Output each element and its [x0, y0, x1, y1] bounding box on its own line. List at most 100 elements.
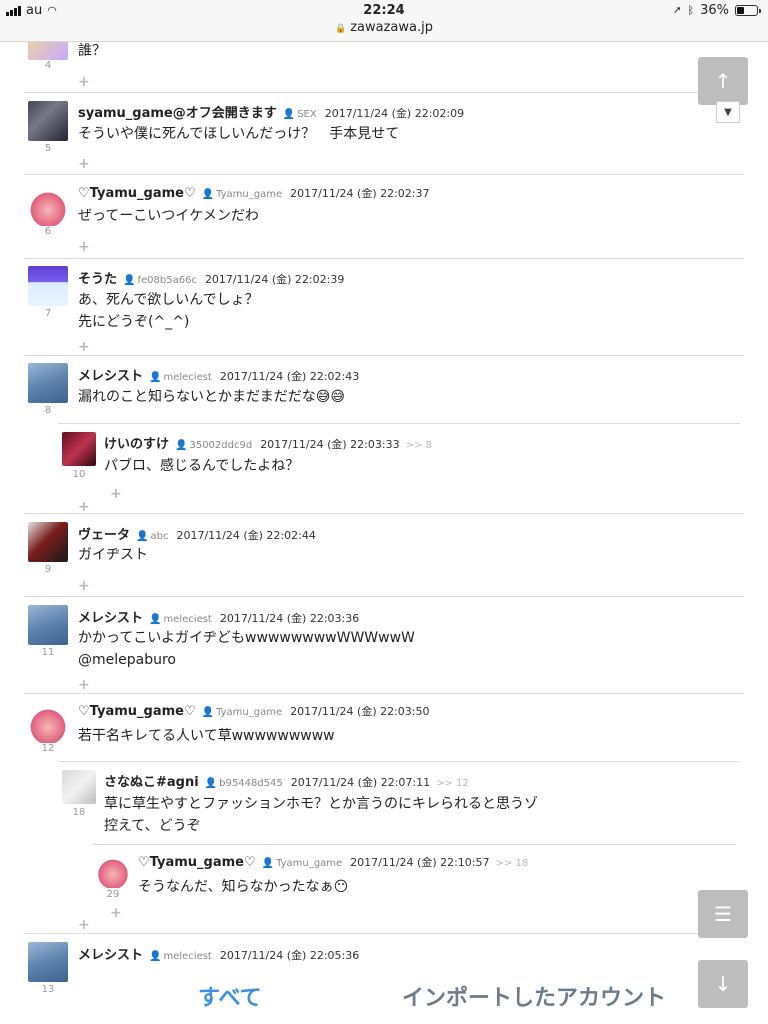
avatar[interactable]	[28, 363, 68, 403]
scroll-top-button[interactable]: ↑	[698, 57, 748, 105]
plus-icon[interactable]: +	[110, 486, 122, 502]
plus-icon[interactable]: +	[78, 74, 90, 90]
author-name[interactable]: メレシスト	[78, 948, 143, 963]
avatar[interactable]	[62, 770, 96, 804]
comment-body-line: 漏れのこと知らないとかまだまだだな😅😅	[78, 389, 345, 405]
comment-body-line: @melepaburo	[78, 652, 176, 668]
comment-body-line: 若干名キレてる人いて草wwwwwwwww	[78, 728, 335, 744]
comment-number: 13	[41, 984, 55, 995]
comment-header: メレシスト 👤 meleciest 2017/11/24 (金) 22:02:43	[78, 365, 359, 384]
user-icon: 👤	[175, 440, 188, 451]
comment-body-line: 草に草生やすとファッションホモ？とか言うのにキレられると思うゾ	[104, 796, 538, 812]
plus-icon[interactable]: +	[110, 905, 122, 921]
author-id: abc	[150, 531, 169, 542]
plus-icon[interactable]: +	[78, 339, 90, 355]
reply-link[interactable]: >> 8	[406, 440, 432, 451]
comment-feed[interactable]: 4 誰？ + 5 syamu_game@オフ会開きます 👤 SEX 2017/11/2…	[0, 42, 768, 1024]
avatar[interactable]	[28, 42, 68, 60]
comment-body: 誰？	[78, 43, 106, 59]
bluetooth-icon: ᛒ	[687, 4, 695, 17]
avatar[interactable]	[28, 605, 68, 645]
comment-body-line: そうなんだ、知らなかったなぁ😶	[138, 879, 349, 895]
comment-body-line: 控えて、どうぞ	[104, 818, 201, 834]
comment-header: ♡Tyamu_game♡ 👤 Tyamu_game 2017/11/24 (金) 22…	[78, 703, 430, 719]
comment-body-line: そういや僕に死んでほしいんだっけ？ 手本見せて	[78, 126, 400, 142]
author-id: SEX	[297, 109, 317, 120]
author-name[interactable]: ♡Tyamu_game♡	[78, 704, 196, 719]
hamburger-icon: ☰	[714, 902, 732, 926]
user-icon: 👤	[204, 778, 218, 789]
menu-button[interactable]: ☰	[698, 890, 748, 938]
comment-number: 10	[72, 469, 86, 480]
author-name[interactable]: syamu_game@オフ会開きます	[78, 106, 277, 121]
comment-date: 2017/11/24 (金) 22:02:44	[176, 529, 316, 542]
comment-header: メレシスト 👤 meleciest 2017/11/24 (金) 22:03:36	[78, 607, 359, 626]
reply-link[interactable]: >> 12	[436, 778, 469, 789]
avatar[interactable]	[28, 101, 68, 141]
author-name[interactable]: ♡Tyamu_game♡	[138, 855, 256, 870]
avatar[interactable]	[96, 854, 130, 888]
divider	[24, 355, 744, 356]
comment-date: 2017/11/24 (金) 22:02:43	[219, 370, 360, 383]
plus-icon[interactable]: +	[78, 917, 90, 933]
scroll-bottom-button[interactable]: ↓	[698, 960, 748, 1008]
chevron-down-icon: ▼	[724, 106, 732, 118]
comment-number: 9	[44, 564, 52, 575]
comment-header: けいのすけ 👤 35002ddc9d 2017/11/24 (金) 22:03:33 >…	[104, 433, 432, 452]
location-arrow-icon: ➚	[673, 5, 682, 16]
author-name[interactable]: けいのすけ	[104, 437, 169, 452]
comment-date: 2017/11/24 (金) 22:02:09	[324, 107, 465, 120]
user-icon: 👤	[201, 189, 215, 200]
comment-number: 18	[72, 807, 86, 818]
author-id: meleciest	[163, 614, 212, 625]
user-icon: 👤	[123, 275, 136, 286]
comment-body-line: ぜってーこいつイケメンだわ	[78, 208, 259, 224]
author-name[interactable]: メレシスト	[78, 369, 143, 384]
author-name[interactable]: ♡Tyamu_game♡	[78, 186, 196, 201]
author-name[interactable]: さなぬこ#agni	[104, 775, 199, 790]
comment-number: 12	[41, 743, 55, 754]
collapse-button[interactable]: ▼	[716, 101, 740, 123]
comment-date: 2017/11/24 (金) 22:07:11	[290, 776, 431, 789]
author-name[interactable]: ヴェータ	[78, 528, 130, 543]
comment-date: 2017/11/24 (金) 22:02:37	[290, 187, 430, 200]
tab-all[interactable]: すべて	[198, 980, 262, 1012]
comment-date: 2017/11/24 (金) 22:02:39	[204, 273, 345, 286]
comment-body-line: あ、死んで欲しいんでしょ？	[78, 292, 259, 308]
avatar[interactable]	[62, 432, 96, 466]
divider	[24, 92, 744, 93]
author-id: Tyamu_game	[276, 858, 343, 869]
author-id: meleciest	[163, 951, 212, 962]
plus-icon[interactable]: +	[78, 239, 90, 255]
arrow-up-icon: ↑	[714, 69, 732, 93]
user-icon: 👤	[149, 951, 162, 962]
divider	[92, 844, 736, 845]
author-name[interactable]: メレシスト	[78, 611, 143, 626]
user-icon: 👤	[149, 614, 162, 625]
arrow-down-icon: ↓	[714, 972, 732, 996]
comment-number: 5	[44, 143, 52, 154]
comment-body-line: 先にどうぞ(^_^)	[78, 314, 190, 330]
avatar[interactable]	[28, 522, 68, 562]
user-icon: 👤	[201, 707, 215, 718]
tab-imported-accounts[interactable]: インポートしたアカウント	[402, 980, 666, 1012]
user-icon: 👤	[149, 372, 162, 383]
avatar[interactable]	[28, 942, 68, 982]
url-text: zawazawa.jp	[350, 20, 433, 35]
divider	[58, 423, 740, 424]
divider	[24, 258, 744, 259]
user-icon: 👤	[282, 109, 296, 120]
user-icon: 👤	[136, 531, 149, 542]
plus-icon[interactable]: +	[78, 156, 90, 172]
avatar[interactable]	[28, 703, 68, 743]
author-name[interactable]: そうた	[78, 272, 117, 287]
reply-link[interactable]: >> 18	[496, 858, 529, 869]
plus-icon[interactable]: +	[78, 578, 90, 594]
avatar[interactable]	[28, 186, 68, 226]
comment-number: 8	[44, 405, 52, 416]
plus-icon[interactable]: +	[78, 677, 90, 693]
battery-percent: 36%	[700, 3, 729, 18]
comment-date: 2017/11/24 (金) 22:03:50	[290, 705, 430, 718]
avatar[interactable]	[28, 266, 68, 306]
url-bar[interactable]: 🔒 zawazawa.jp	[0, 18, 768, 42]
